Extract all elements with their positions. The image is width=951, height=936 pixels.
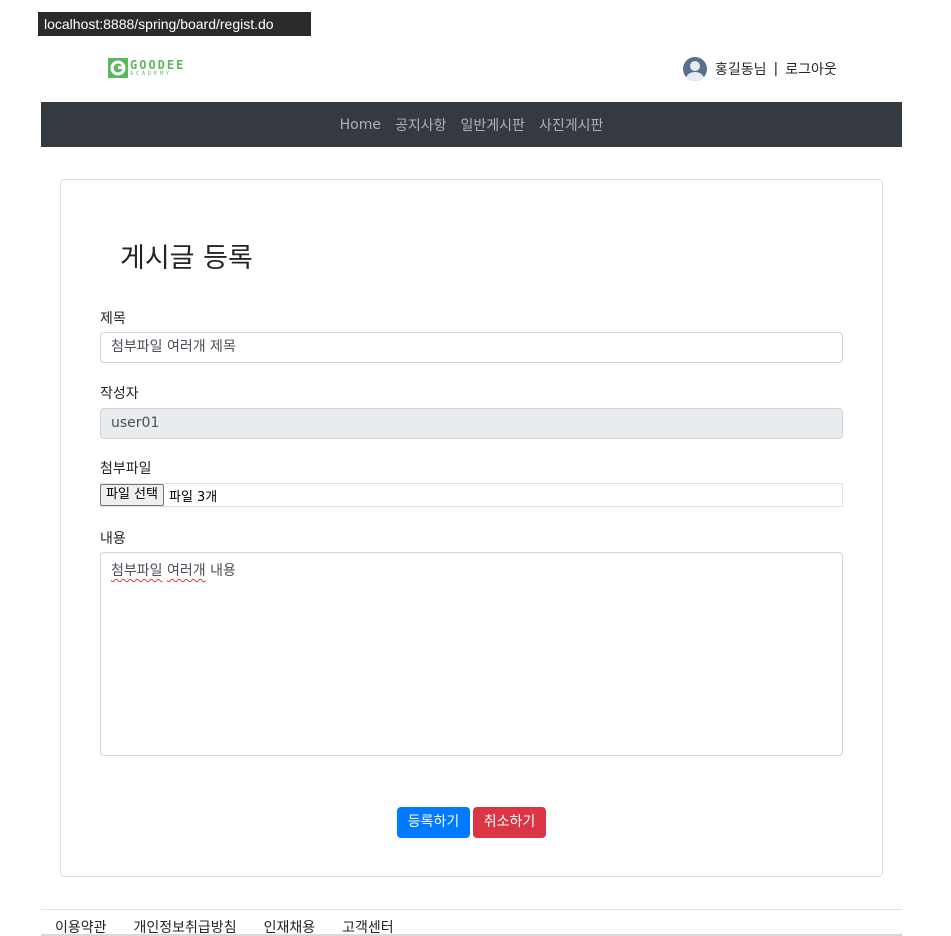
logo-icon: [108, 58, 128, 78]
cancel-button[interactable]: 취소하기: [473, 807, 546, 838]
logout-link[interactable]: 로그아웃: [785, 59, 837, 79]
submit-button[interactable]: 등록하기: [397, 807, 470, 838]
file-input[interactable]: 파일 선택 파일 3개: [100, 483, 843, 507]
content-word-1: 첨부파일: [111, 563, 163, 579]
url-bar[interactable]: localhost:8888/spring/board/regist.do: [38, 12, 311, 36]
file-status: 파일 3개: [168, 489, 218, 505]
footer-divider: [41, 909, 902, 910]
form-card: [60, 179, 883, 877]
nav-photo-board[interactable]: 사진게시판: [539, 115, 603, 135]
user-name: 홍길동님: [715, 62, 767, 78]
content-word-2: 여러개: [166, 563, 206, 579]
avatar-icon: [683, 57, 707, 81]
content-word-3: 내용: [210, 563, 236, 579]
user-separator: |: [773, 61, 779, 77]
logo-subtext: ACADEMY: [130, 71, 173, 77]
content-label: 내용: [100, 531, 126, 547]
content-textarea[interactable]: 첨부파일 여러개 내용: [100, 552, 843, 756]
logo-text: GOODEE: [130, 58, 186, 72]
main-navbar: Home 공지사항 일반게시판 사진게시판: [41, 102, 902, 147]
logo[interactable]: GOODEE ACADEMY: [108, 58, 185, 78]
title-input[interactable]: 첨부파일 여러개 제목: [100, 332, 843, 363]
user-area: 홍길동님 | 로그아웃: [683, 57, 837, 81]
file-label: 첨부파일: [100, 461, 152, 477]
writer-input: user01: [100, 408, 843, 439]
nav-notice[interactable]: 공지사항: [395, 115, 447, 135]
writer-label: 작성자: [100, 386, 139, 402]
title-label: 제목: [100, 311, 126, 327]
file-select-button[interactable]: 파일 선택: [100, 484, 164, 506]
page-title: 게시글 등록: [120, 243, 253, 274]
nav-home[interactable]: Home: [340, 117, 381, 133]
nav-board[interactable]: 일반게시판: [461, 115, 525, 135]
